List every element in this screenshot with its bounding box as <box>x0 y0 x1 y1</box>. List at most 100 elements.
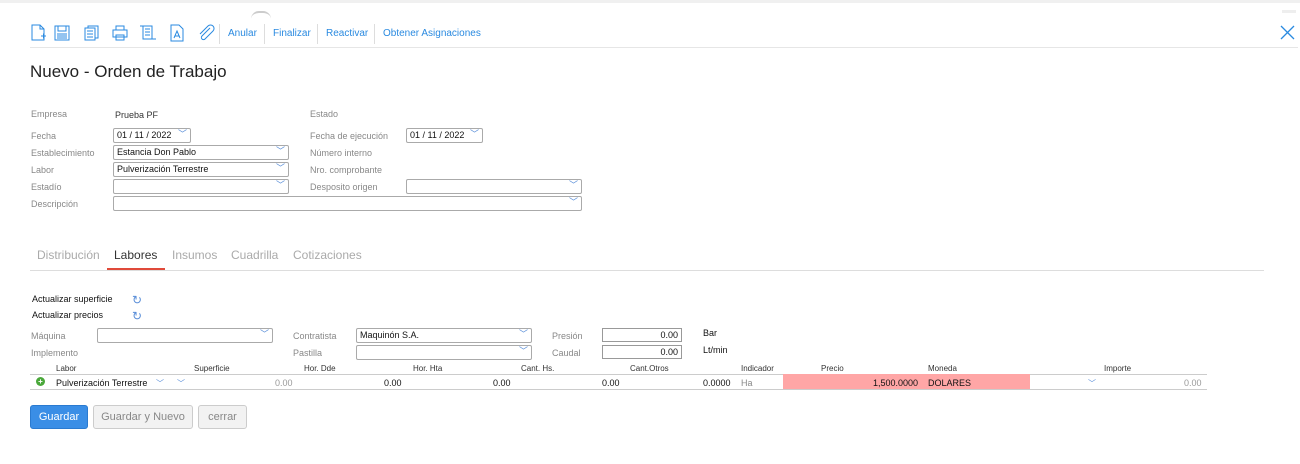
header-superficie: Superficie <box>194 364 230 373</box>
header-hor-dde: Hor. Dde <box>304 364 336 373</box>
chevron-down-icon: ﹀ <box>177 129 187 139</box>
header-labor: Labor <box>56 364 77 373</box>
chevron-down-icon[interactable]: ﹀ <box>156 378 164 389</box>
tab-cuadrilla[interactable]: Cuadrilla <box>231 248 278 262</box>
report-icon[interactable] <box>139 24 157 42</box>
header-cant-otros: Cant.Otros <box>630 364 669 373</box>
fecha-ejecucion-field[interactable]: 01 / 11 / 2022 ﹀ <box>406 128 483 143</box>
header-moneda: Moneda <box>928 364 957 373</box>
separator <box>317 24 318 44</box>
chevron-down-icon: ﹀ <box>275 163 285 173</box>
tab-insumos[interactable]: Insumos <box>172 248 217 262</box>
presion-label: Presión <box>552 331 583 341</box>
window-handle <box>1282 10 1296 13</box>
implemento-label: Implemento <box>31 348 79 358</box>
caudal-input[interactable]: 0.00 <box>602 345 682 359</box>
save-icon[interactable] <box>53 24 71 42</box>
add-row-icon[interactable]: + <box>36 377 45 386</box>
chevron-down-icon: ﹀ <box>568 197 578 207</box>
fecha-value: 01 / 11 / 2022 <box>117 130 172 140</box>
pastilla-select[interactable]: ﹀ <box>356 345 532 360</box>
refresh-icon[interactable]: ↻ <box>132 293 142 307</box>
presion-input[interactable]: 0.00 <box>602 328 682 342</box>
copy-icon[interactable] <box>82 24 100 42</box>
chevron-down-icon: ﹀ <box>259 329 269 339</box>
row-superficie[interactable]: 0.00 <box>275 378 293 388</box>
new-document-icon[interactable] <box>29 24 47 42</box>
attach-icon[interactable] <box>197 24 215 42</box>
row-cant-hs[interactable]: 0.00 <box>602 378 620 388</box>
header-precio: Precio <box>821 364 844 373</box>
chevron-down-icon[interactable]: ﹀ <box>177 378 185 389</box>
separator <box>374 24 375 44</box>
fecha-field[interactable]: 01 / 11 / 2022 ﹀ <box>113 128 191 143</box>
contratista-select[interactable]: Maquinón S.A. ﹀ <box>356 328 532 343</box>
reactivar-button[interactable]: Reactivar <box>326 28 368 39</box>
labor-label: Labor <box>31 165 55 175</box>
chevron-down-icon: ﹀ <box>469 129 479 139</box>
numero-interno-label: Número interno <box>310 148 373 158</box>
maquina-select[interactable]: ﹀ <box>97 328 273 343</box>
chevron-down-icon: ﹀ <box>275 180 285 190</box>
row-hor-hta[interactable]: 0.00 <box>493 378 511 388</box>
tabs-divider <box>30 270 1264 271</box>
descripcion-select[interactable]: ﹀ <box>113 196 582 211</box>
page-title: Nuevo - Orden de Trabajo <box>30 62 227 81</box>
header-indicador: Indicador <box>741 364 774 373</box>
separator <box>264 24 265 44</box>
guardar-y-nuevo-button[interactable]: Guardar y Nuevo <box>93 405 193 429</box>
row-precio[interactable]: 1,500.0000 <box>873 378 918 388</box>
tab-cotizaciones[interactable]: Cotizaciones <box>293 248 362 262</box>
establecimiento-select[interactable]: Estancia Don Pablo ﹀ <box>113 145 289 160</box>
row-hor-dde[interactable]: 0.00 <box>384 378 402 388</box>
actualizar-precios-label: Actualizar precios <box>32 310 104 320</box>
presion-unit: Bar <box>703 328 718 338</box>
estadio-label: Estadío <box>31 182 62 192</box>
chevron-down-icon: ﹀ <box>518 346 528 356</box>
empresa-value: Prueba PF <box>115 110 159 120</box>
obtener-asignaciones-button[interactable]: Obtener Asignaciones <box>383 28 481 39</box>
print-icon[interactable] <box>111 24 129 42</box>
labor-select[interactable]: Pulverización Terrestre ﹀ <box>113 162 289 177</box>
cerrar-button[interactable]: cerrar <box>198 405 247 429</box>
estadio-select[interactable]: ﹀ <box>113 179 289 194</box>
fecha-ejecucion-label: Fecha de ejecución <box>310 131 389 141</box>
caudal-label: Caudal <box>552 348 581 358</box>
actualizar-superficie-label: Actualizar superficie <box>32 294 113 304</box>
chevron-down-icon: ﹀ <box>275 146 285 156</box>
establecimiento-value: Estancia Don Pablo <box>117 147 197 157</box>
nro-comprobante-label: Nro. comprobante <box>310 165 383 175</box>
row-labor[interactable]: Pulverización Terrestre <box>56 378 147 388</box>
text-document-icon[interactable] <box>168 24 186 42</box>
chevron-down-icon: ﹀ <box>568 180 578 190</box>
tab-labores[interactable]: Labores <box>114 248 157 262</box>
finalizar-button[interactable]: Finalizar <box>273 28 311 39</box>
chevron-down-icon: ﹀ <box>518 329 528 339</box>
empresa-label: Empresa <box>31 109 68 119</box>
row-importe: 0.00 <box>1184 378 1202 388</box>
caudal-unit: Lt/min <box>703 345 728 355</box>
tab-distribucion[interactable]: Distribución <box>37 248 100 262</box>
labor-value: Pulverización Terrestre <box>117 164 209 174</box>
header-importe: Importe <box>1104 364 1132 373</box>
toolbar-divider <box>30 47 1298 48</box>
deposito-label: Desposito origen <box>310 182 378 192</box>
fecha-label: Fecha <box>31 131 57 141</box>
anular-button[interactable]: Anular <box>228 28 257 39</box>
contratista-value: Maquinón S.A. <box>360 330 420 340</box>
maquina-label: Máquina <box>31 331 66 341</box>
collapse-handle[interactable] <box>251 11 271 19</box>
row-indicador: Ha <box>741 378 753 388</box>
separator <box>219 24 220 44</box>
refresh-icon[interactable]: ↻ <box>132 309 142 323</box>
row-moneda[interactable]: DOLARES <box>928 378 971 388</box>
contratista-label: Contratista <box>293 331 337 341</box>
chevron-down-icon[interactable]: ﹀ <box>1088 378 1096 389</box>
close-icon[interactable] <box>1280 25 1295 40</box>
guardar-button[interactable]: Guardar <box>30 405 88 429</box>
row-cant-otros[interactable]: 0.0000 <box>703 378 731 388</box>
pastilla-label: Pastilla <box>293 348 323 358</box>
top-border <box>0 0 1300 3</box>
deposito-select[interactable]: ﹀ <box>406 179 582 194</box>
establecimiento-label: Establecimiento <box>31 148 95 158</box>
